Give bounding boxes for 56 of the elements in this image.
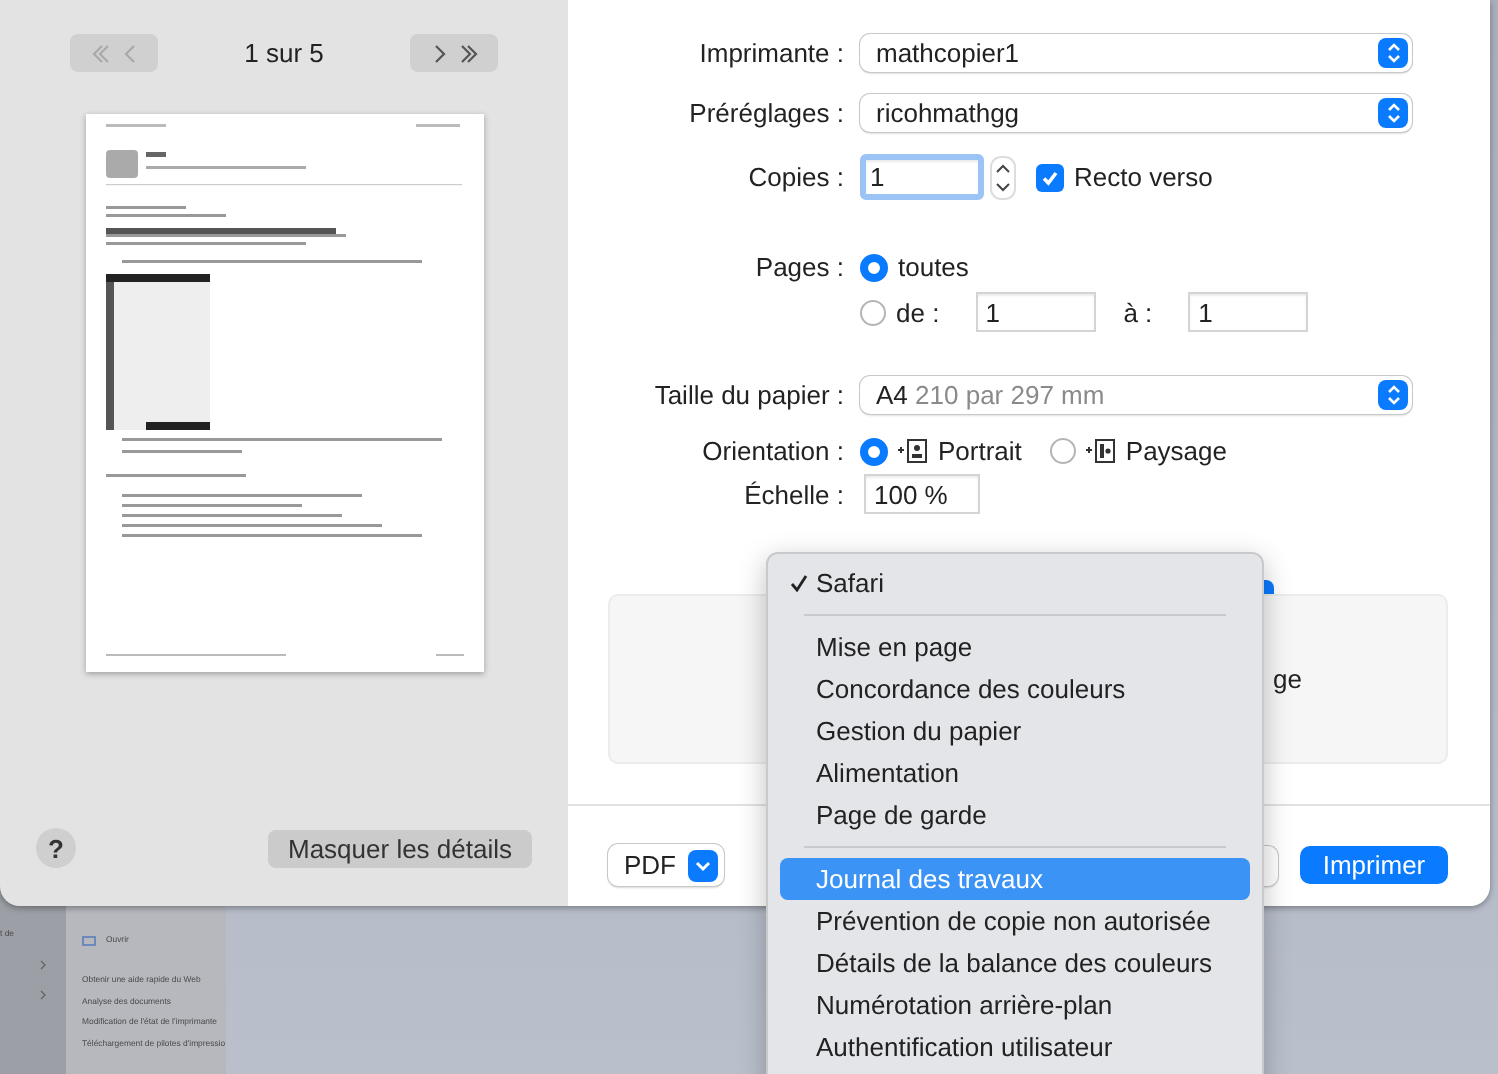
- next-page-button[interactable]: [410, 34, 498, 72]
- copies-field[interactable]: 1: [860, 154, 984, 200]
- window-icon: [82, 935, 96, 945]
- duplex-checkbox[interactable]: [1036, 163, 1064, 191]
- chevron-icon: [40, 990, 46, 1000]
- pages-label: Pages :: [753, 252, 844, 282]
- printer-select[interactable]: mathcopier1: [860, 34, 1412, 72]
- paper-size-select[interactable]: A4 210 par 297 mm: [860, 376, 1412, 414]
- copies-label: Copies :: [746, 162, 844, 192]
- menu-item[interactable]: Gestion du papier: [780, 710, 1250, 752]
- menu-item[interactable]: Prévention de copie non autorisée: [780, 900, 1250, 942]
- orientation-radio[interactable]: [860, 437, 888, 465]
- help-button[interactable]: ?: [36, 828, 76, 868]
- menu-item[interactable]: Mise en page: [780, 626, 1250, 668]
- stepper-icon: [1378, 380, 1408, 410]
- presets-select[interactable]: ricohmathgg: [860, 94, 1412, 132]
- portrait-icon: [898, 438, 928, 464]
- menu-item[interactable]: Authentification utilisateur: [780, 1026, 1250, 1068]
- checkmark-icon: [790, 574, 808, 592]
- page-range-radio[interactable]: [860, 299, 886, 325]
- paper-size-label: Taille du papier :: [652, 380, 844, 410]
- menu-item[interactable]: Concordance des couleurs: [780, 668, 1250, 710]
- all-pages-radio[interactable]: [860, 253, 888, 281]
- stepper-icon: [1378, 98, 1408, 128]
- presets-label: Préréglages :: [687, 98, 844, 128]
- duplex-label: Recto verso: [1074, 162, 1213, 192]
- range-from-label: de :: [896, 297, 940, 327]
- landscape-icon: [1085, 438, 1116, 464]
- orientation-radio[interactable]: [1049, 438, 1076, 464]
- hide-details-button[interactable]: Masquer les détails: [268, 829, 532, 867]
- menu-item[interactable]: Safari: [780, 562, 1250, 604]
- chevron-down-icon: [688, 849, 718, 881]
- double-chevron-left-icon: [87, 41, 111, 65]
- panel-text: ge: [1273, 664, 1302, 694]
- checkmark-icon: [1040, 167, 1060, 187]
- orientation-label: Orientation :: [700, 436, 844, 466]
- print-button[interactable]: Imprimer: [1300, 846, 1448, 884]
- scale-label: Échelle :: [742, 479, 844, 509]
- menu-item[interactable]: Alimentation: [780, 752, 1250, 794]
- menu-item[interactable]: Page de garde: [780, 794, 1250, 836]
- from-page-field[interactable]: 1: [975, 292, 1096, 332]
- page-counter: 1 sur 5: [244, 38, 324, 68]
- orientation-option-label: Portrait: [938, 436, 1022, 466]
- all-pages-label: toutes: [898, 252, 969, 282]
- menu-item[interactable]: Détails de la balance des couleurs: [780, 942, 1250, 984]
- stepper-icon: [990, 155, 1016, 199]
- double-chevron-right-icon: [457, 41, 481, 65]
- pdf-menu-button[interactable]: PDF: [608, 844, 724, 886]
- menu-item[interactable]: Numérotation arrière-plan: [780, 984, 1250, 1026]
- printer-label: Imprimante :: [697, 38, 844, 68]
- chevron-icon: [40, 960, 46, 970]
- range-to-label: à :: [1123, 297, 1153, 327]
- to-page-field[interactable]: 1: [1188, 292, 1309, 332]
- scale-field[interactable]: 100 %: [864, 474, 980, 514]
- orientation-option-label: Paysage: [1125, 436, 1227, 466]
- stepper-icon: [1378, 38, 1408, 68]
